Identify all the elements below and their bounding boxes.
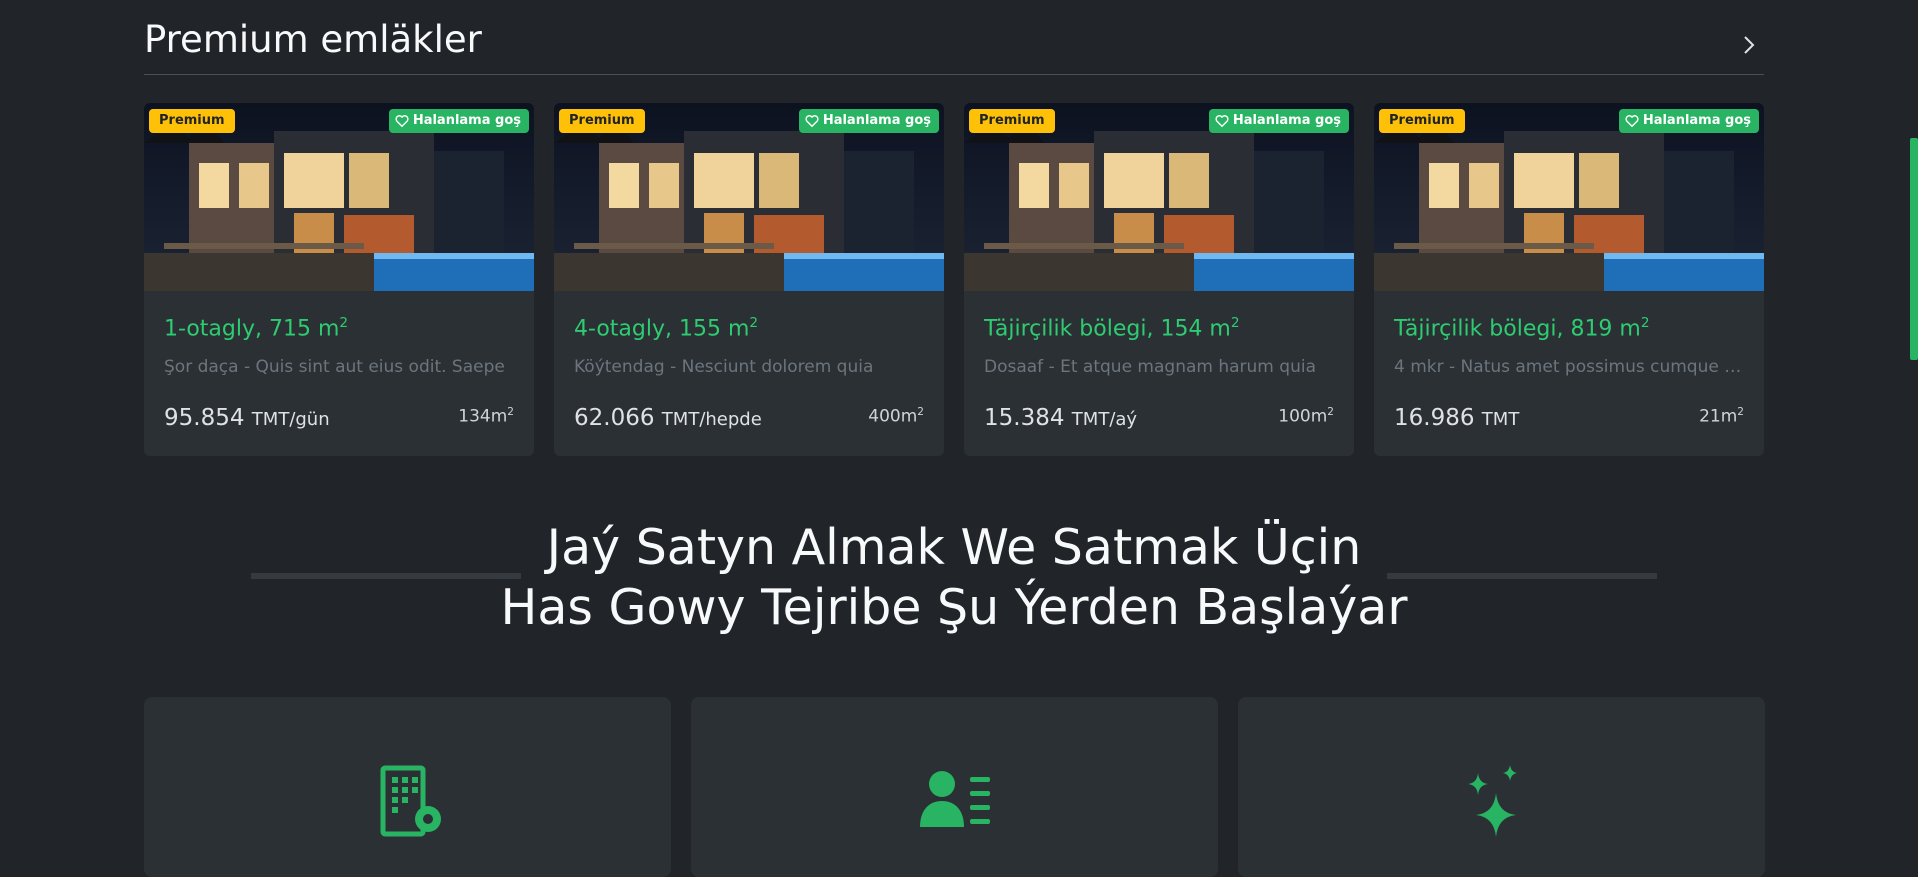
add-favorite-label: Halanlama goş: [822, 113, 931, 128]
listing-description: Dosaaf - Et atque magnam harum quia: [984, 357, 1316, 377]
listing-area: 21m2: [1699, 406, 1744, 427]
add-favorite-button[interactable]: Halanlama goş: [1618, 109, 1759, 133]
listing-title[interactable]: Täjirçilik bölegi, 154 m2: [984, 315, 1240, 341]
features-row: [144, 697, 1765, 877]
premium-badge: Premium: [1379, 109, 1465, 133]
listing-description: Şor daça - Quis sint aut eius odit. Saep…: [164, 357, 505, 377]
listing-price: 16.986 TMT: [1394, 405, 1520, 431]
listing-area: 400m2: [868, 406, 924, 427]
listing-body: 4-otagly, 155 m2 Köýtendag - Nesciunt do…: [574, 291, 924, 456]
heart-icon: [1625, 115, 1639, 128]
listing-title[interactable]: 1-otagly, 715 m2: [164, 315, 348, 341]
listing-price: 62.066 TMT/hepde: [574, 405, 762, 431]
listing-area: 134m2: [458, 406, 514, 427]
listing-card[interactable]: Premium Halanlama goş Täjirçilik bölegi,…: [964, 103, 1354, 456]
listing-area: 100m2: [1278, 406, 1334, 427]
listing-photo: Premium Halanlama goş: [1374, 103, 1764, 291]
feature-card: [144, 697, 671, 877]
scrollbar-thumb[interactable]: [1910, 138, 1918, 360]
add-favorite-button[interactable]: Halanlama goş: [798, 109, 939, 133]
listing-photo: Premium Halanlama goş: [144, 103, 534, 291]
add-favorite-label: Halanlama goş: [1232, 113, 1341, 128]
feature-card: [691, 697, 1218, 877]
listing-card[interactable]: Premium Halanlama goş Täjirçilik bölegi,…: [1374, 103, 1764, 456]
listing-title[interactable]: 4-otagly, 155 m2: [574, 315, 758, 341]
chevron-right-icon[interactable]: [1738, 32, 1760, 58]
listing-photo: Premium Halanlama goş: [964, 103, 1354, 291]
listing-card[interactable]: Premium Halanlama goş 1-otagly, 715 m2 Ş…: [144, 103, 534, 456]
listing-photo: Premium Halanlama goş: [554, 103, 944, 291]
person-list-icon: [920, 771, 990, 827]
listing-title[interactable]: Täjirçilik bölegi, 819 m2: [1394, 315, 1650, 341]
listing-body: Täjirçilik bölegi, 154 m2 Dosaaf - Et at…: [984, 291, 1334, 456]
premium-badge: Premium: [559, 109, 645, 133]
scrollbar[interactable]: [1910, 0, 1918, 852]
main-container: Premium emläkler Premium Halanlama goş 1…: [144, 0, 1765, 877]
hero-heading: Jaý Satyn Almak We Satmak Üçin Has Gowy T…: [144, 518, 1764, 638]
premium-badge: Premium: [149, 109, 235, 133]
listing-card[interactable]: Premium Halanlama goş 4-otagly, 155 m2 K…: [554, 103, 944, 456]
listing-body: Täjirçilik bölegi, 819 m2 4 mkr - Natus …: [1394, 291, 1744, 456]
heart-icon: [1215, 115, 1229, 128]
listing-price: 95.854 TMT/gün: [164, 405, 330, 431]
sparkles-icon: [1468, 765, 1517, 837]
building-gear-icon: [380, 765, 441, 837]
premium-badge: Premium: [969, 109, 1055, 133]
feature-card: [1238, 697, 1765, 877]
section-title: Premium emläkler: [144, 18, 482, 61]
listing-description: 4 mkr - Natus amet possimus cumque quia: [1394, 357, 1744, 377]
add-favorite-button[interactable]: Halanlama goş: [1208, 109, 1349, 133]
add-favorite-label: Halanlama goş: [412, 113, 521, 128]
listing-price: 15.384 TMT/aý: [984, 405, 1138, 431]
heart-icon: [395, 115, 409, 128]
listing-body: 1-otagly, 715 m2 Şor daça - Quis sint au…: [164, 291, 514, 456]
heart-icon: [805, 115, 819, 128]
add-favorite-button[interactable]: Halanlama goş: [388, 109, 529, 133]
add-favorite-label: Halanlama goş: [1642, 113, 1751, 128]
section-header: Premium emläkler: [144, 0, 1764, 75]
premium-listings: Premium Halanlama goş 1-otagly, 715 m2 Ş…: [144, 103, 1764, 456]
listing-description: Köýtendag - Nesciunt dolorem quia: [574, 357, 874, 377]
hero-title: Jaý Satyn Almak We Satmak Üçin Has Gowy T…: [500, 519, 1408, 636]
